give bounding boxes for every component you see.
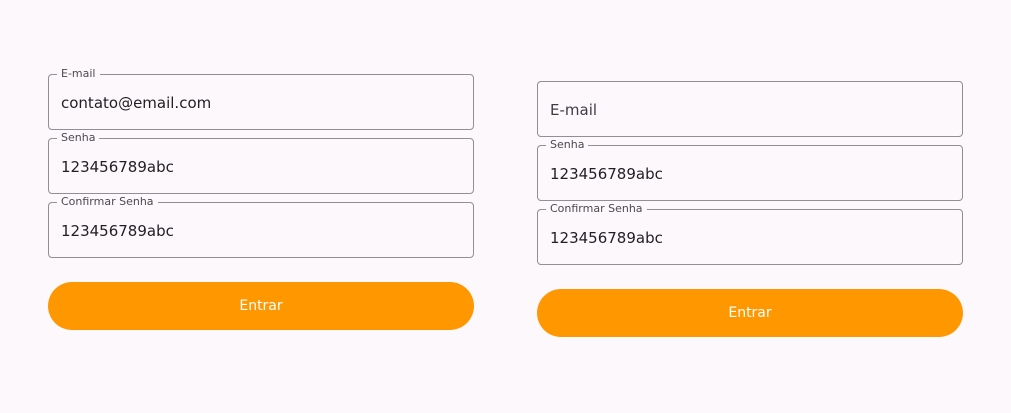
password-field[interactable]: Senha 123456789abc xyxy=(537,138,963,201)
confirm-password-field-label: Confirmar Senha xyxy=(546,202,647,216)
submit-button[interactable]: Entrar xyxy=(48,282,474,330)
email-field-label: E-mail xyxy=(57,67,100,81)
confirm-password-field-value: 123456789abc xyxy=(61,222,174,240)
email-field-placeholder: E-mail xyxy=(550,101,598,119)
password-field-value: 123456789abc xyxy=(550,165,663,183)
password-field[interactable]: Senha 123456789abc xyxy=(48,131,474,194)
password-field-value: 123456789abc xyxy=(61,158,174,176)
confirm-password-field[interactable]: Confirmar Senha 123456789abc xyxy=(537,202,963,265)
signup-form-empty-email: E-mail Senha 123456789abc Confirmar Senh… xyxy=(537,73,963,337)
signup-form-filled: E-mail contato@email.com Senha 123456789… xyxy=(48,66,474,330)
email-field[interactable]: E-mail xyxy=(537,81,963,137)
confirm-password-field[interactable]: Confirmar Senha 123456789abc xyxy=(48,195,474,258)
confirm-password-field-label: Confirmar Senha xyxy=(57,195,158,209)
password-field-label: Senha xyxy=(57,131,100,145)
email-field[interactable]: E-mail contato@email.com xyxy=(48,67,474,130)
submit-button[interactable]: Entrar xyxy=(537,289,963,337)
email-field-value: contato@email.com xyxy=(61,94,212,112)
password-field-label: Senha xyxy=(546,138,589,152)
confirm-password-field-value: 123456789abc xyxy=(550,229,663,247)
